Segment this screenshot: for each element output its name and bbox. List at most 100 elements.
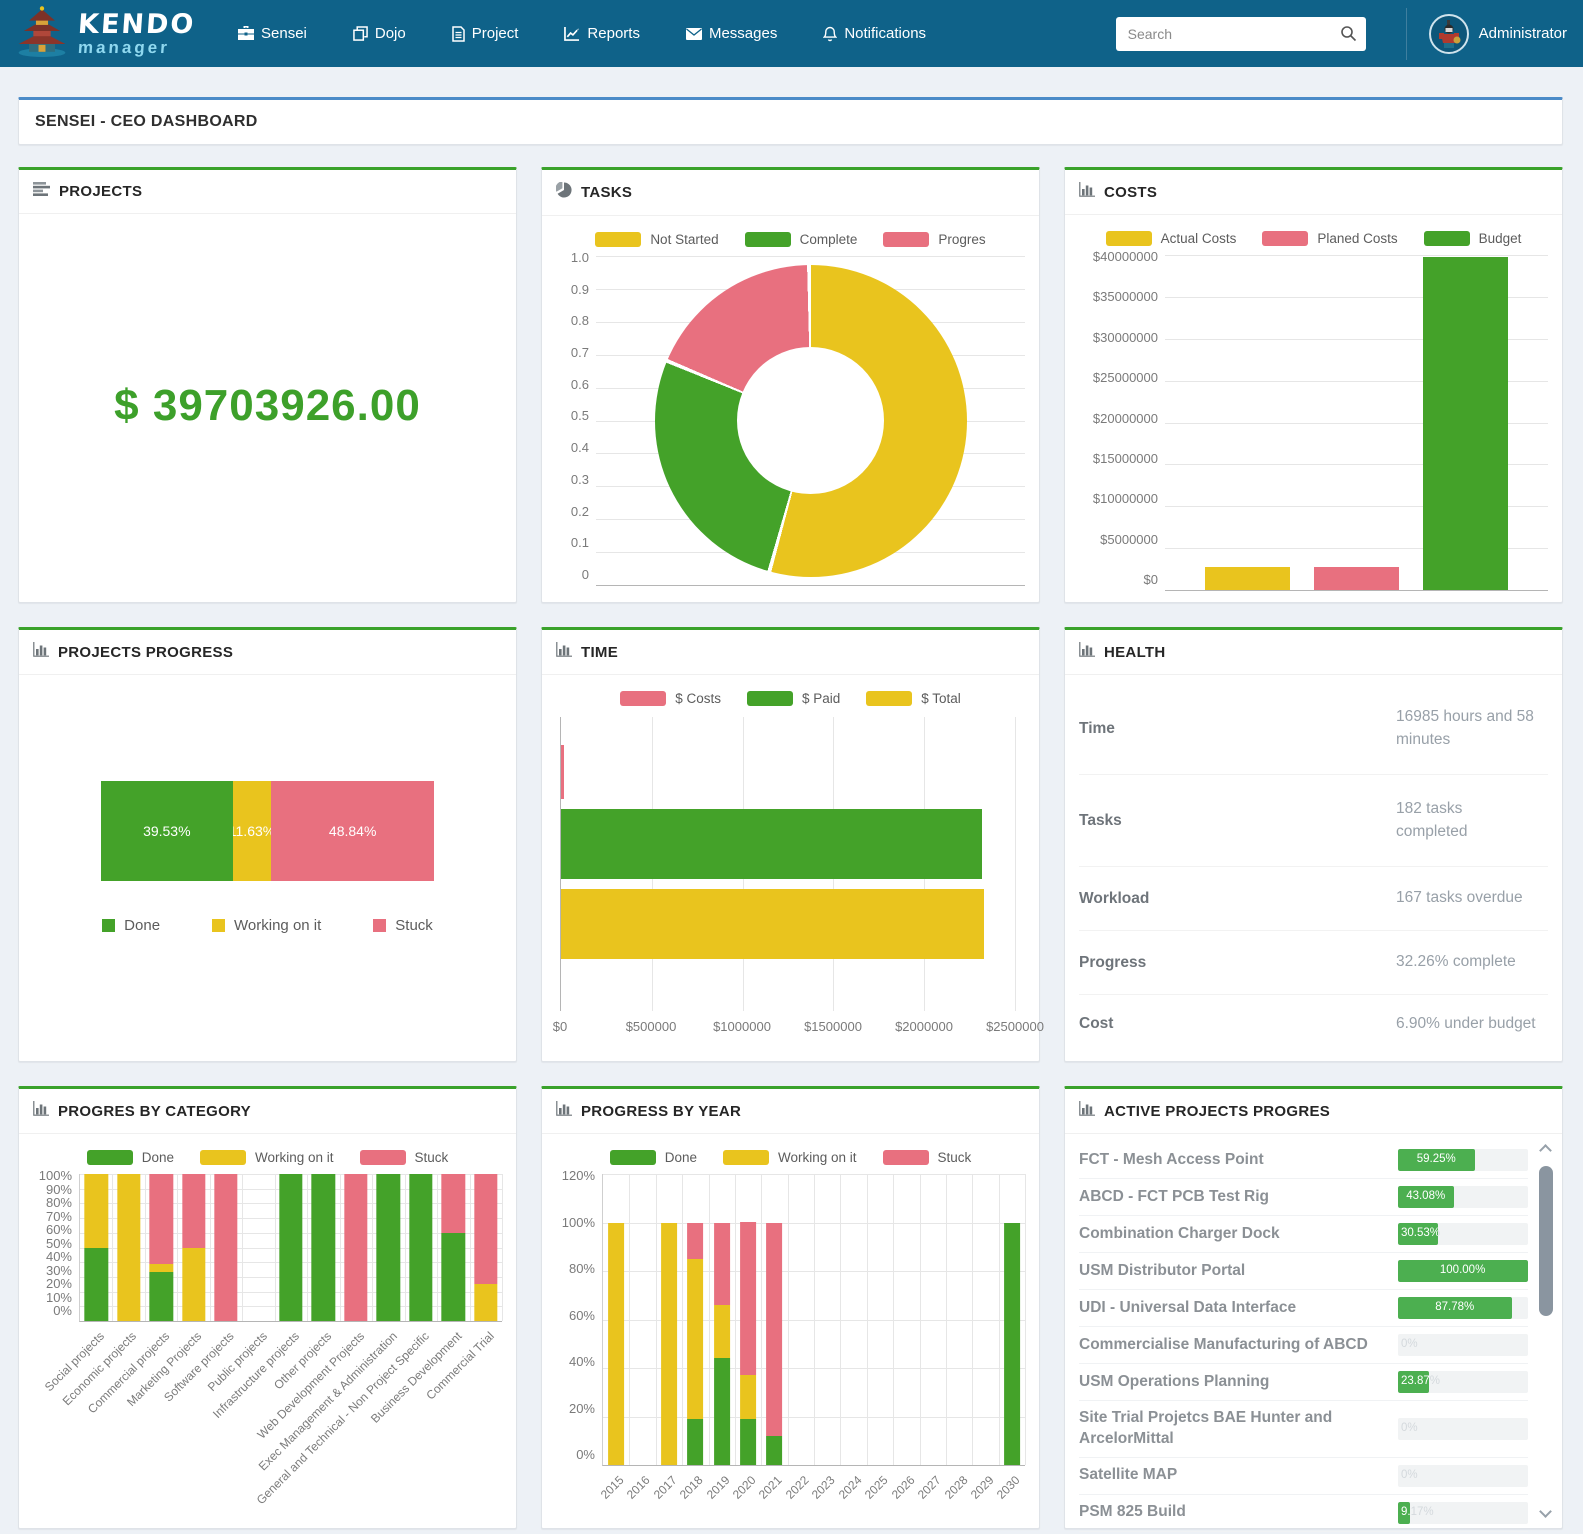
nav-item-notifications[interactable]: Notifications (823, 25, 926, 42)
scroll-down-icon[interactable] (1539, 1505, 1552, 1518)
brand-logo[interactable]: KENDO manager (14, 5, 210, 62)
legend-item[interactable]: Budget (1424, 231, 1522, 246)
legend-item[interactable]: Working on it (723, 1150, 857, 1165)
legend-item[interactable]: Complete (745, 232, 858, 247)
health-label: Progress (1079, 954, 1396, 972)
scrollbar (1538, 1144, 1554, 1518)
legend-item[interactable]: Actual Costs (1106, 231, 1237, 246)
legend-item[interactable]: Working on it (212, 917, 321, 934)
y-tick-label: $0 (1079, 573, 1158, 586)
panel-title: ACTIVE PROJECTS PROGRES (1104, 1103, 1330, 1120)
panel-title: COSTS (1104, 184, 1157, 201)
legend-swatch (1424, 231, 1470, 246)
column-economic-projects (117, 1174, 140, 1321)
bar-actual-costs (1205, 567, 1290, 590)
x-tick-label: $2000000 (895, 1019, 953, 1034)
x-tick-label: 2029 (968, 1473, 997, 1502)
panel-projects-header: PROJECTS (19, 170, 516, 214)
project-row[interactable]: Satellite MAP0% (1079, 1458, 1528, 1495)
legend-label: $ Costs (675, 691, 721, 706)
column-other-projects (312, 1174, 335, 1321)
project-row[interactable]: Combination Charger Dock30.53%30.53% (1079, 1216, 1528, 1253)
y-tick-label: 80% (33, 1196, 72, 1209)
scroll-up-icon[interactable] (1539, 1144, 1552, 1157)
project-row[interactable]: Commercialise Manufacturing of ABCD0% (1079, 1327, 1528, 1364)
legend-item[interactable]: Stuck (373, 917, 433, 934)
project-name: Commercialise Manufacturing of ABCD (1079, 1335, 1398, 1356)
bar-total (561, 889, 984, 959)
legend-swatch (87, 1150, 133, 1165)
legend-item[interactable]: Planed Costs (1262, 231, 1397, 246)
legend-item[interactable]: Done (102, 917, 160, 934)
legend-swatch (883, 1150, 929, 1165)
legend-item[interactable]: Stuck (883, 1150, 972, 1165)
legend-item[interactable]: Stuck (360, 1150, 449, 1165)
column-2018 (687, 1223, 703, 1466)
navbar: KENDO manager Sensei Dojo Project Report… (0, 0, 1583, 67)
x-tick-label: 2026 (888, 1473, 917, 1502)
bar-chart-icon (1079, 182, 1095, 202)
panel-year-header: PROGRESS BY YEAR (542, 1089, 1039, 1134)
search-icon[interactable] (1340, 25, 1357, 47)
y-tick-label: 0.7 (556, 346, 589, 359)
progress-fill: 30.53% (1398, 1223, 1438, 1245)
project-name: USM Operations Planning (1079, 1372, 1398, 1393)
nav-item-project[interactable]: Project (452, 25, 519, 42)
legend-item[interactable]: $ Total (866, 691, 961, 706)
legend-item[interactable]: Not Started (595, 232, 718, 247)
panel-time: TIME $ Costs$ Paid$ Total$0$500000$10000… (541, 627, 1040, 1062)
nav-item-sensei[interactable]: Sensei (238, 25, 307, 42)
project-row[interactable]: USM Distributor Portal100.00%100.00% (1079, 1253, 1528, 1290)
tasks-donut (655, 265, 967, 577)
pagoda-logo-icon (14, 5, 70, 62)
legend-item[interactable]: $ Costs (620, 691, 721, 706)
legend-swatch (610, 1150, 656, 1165)
nav-item-dojo[interactable]: Dojo (353, 25, 406, 42)
legend-label: Stuck (415, 1150, 449, 1165)
column-commercial-trial (474, 1174, 497, 1321)
dashboard-grid: PROJECTS $ 39703926.00 TASKS Not Started… (18, 167, 1563, 1529)
panel-title: PROJECTS PROGRESS (58, 644, 233, 661)
legend-item[interactable]: Progres (883, 232, 985, 247)
project-progress-bar: 0% (1398, 1334, 1528, 1356)
legend-swatch (595, 232, 641, 247)
user-menu[interactable]: Administrator (1429, 14, 1569, 54)
projects-progress-chart: 39.53%11.63%48.84%DoneWorking on itStuck (19, 675, 516, 1061)
dashboard-container: SENSEI - CEO DASHBOARD PROJECTS $ 397039… (18, 97, 1563, 1529)
project-progress-bar: 30.53%30.53% (1398, 1223, 1528, 1245)
nav-item-messages[interactable]: Messages (686, 25, 777, 42)
x-tick-label: 2015 (598, 1473, 627, 1502)
project-row[interactable]: Site Trial Projetcs BAE Hunter and Arcel… (1079, 1401, 1528, 1458)
x-tick-label: 2016 (624, 1473, 653, 1502)
legend-item[interactable]: Done (87, 1150, 174, 1165)
x-tick-label: 2024 (836, 1473, 865, 1502)
legend-swatch (360, 1150, 406, 1165)
panel-projects-progress-header: PROJECTS PROGRESS (19, 630, 516, 675)
y-tick-label: 80% (556, 1262, 595, 1275)
legend-item[interactable]: $ Paid (747, 691, 840, 706)
panel-costs-header: COSTS (1065, 170, 1562, 215)
search-input[interactable] (1116, 17, 1366, 51)
legend-label: Actual Costs (1161, 231, 1237, 246)
y-axis: 120%100%80%60%40%20%0% (556, 1174, 602, 1466)
project-row[interactable]: FCT - Mesh Access Point59.25%59.25% (1079, 1142, 1528, 1179)
health-label: Time (1079, 720, 1396, 738)
progress-fill: 23.87% (1398, 1371, 1429, 1393)
column-marketing-projects (182, 1174, 205, 1321)
legend-item[interactable]: Done (610, 1150, 697, 1165)
project-row[interactable]: USM Operations Planning23.87%23.87% (1079, 1364, 1528, 1401)
costs-bar-chart: Actual CostsPlaned CostsBudget$40000000$… (1065, 215, 1562, 601)
y-tick-label: $20000000 (1079, 411, 1158, 424)
legend-swatch (883, 232, 929, 247)
project-row[interactable]: PSM 825 Build9.17%9.17% (1079, 1495, 1528, 1532)
nav-item-reports[interactable]: Reports (564, 25, 640, 42)
scrollbar-thumb[interactable] (1539, 1166, 1553, 1316)
x-tick-label: $1500000 (804, 1019, 862, 1034)
legend-item[interactable]: Working on it (200, 1150, 334, 1165)
projects-value-body: $ 39703926.00 (19, 214, 516, 600)
panel-title: PROGRESS BY YEAR (581, 1103, 741, 1120)
project-row[interactable]: ABCD - FCT PCB Test Rig43.08%43.08% (1079, 1179, 1528, 1216)
legend-swatch (747, 691, 793, 706)
project-row[interactable]: UDI - Universal Data Interface87.78%87.7… (1079, 1290, 1528, 1327)
legend-swatch (620, 691, 666, 706)
